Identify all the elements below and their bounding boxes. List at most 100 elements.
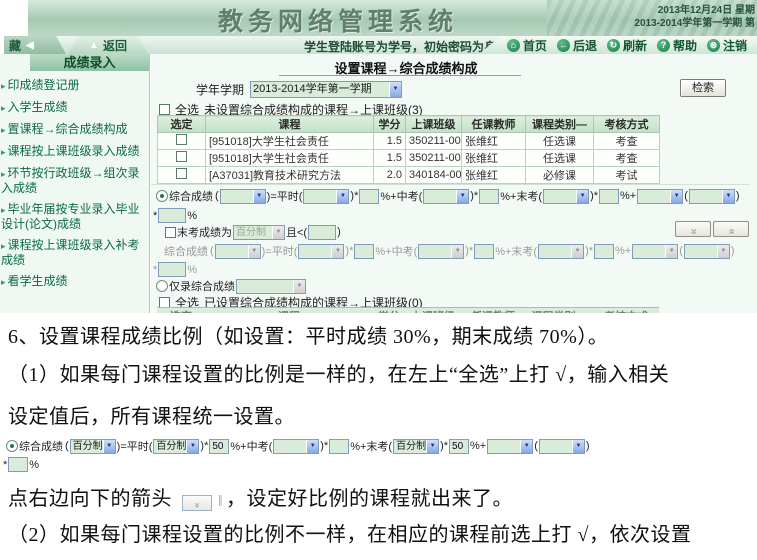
chevron-down-icon: ▼	[456, 190, 468, 203]
help-icon: ?	[657, 39, 670, 52]
table-row: [951018]大学生社会责任 1.5 350211-002 张维红 任选课 考…	[158, 150, 660, 167]
triangle-left-icon: ◀	[26, 40, 34, 51]
col-credit: 学分	[374, 116, 406, 133]
final-scale-example: 百分制▼	[393, 439, 439, 454]
usual-percent-input[interactable]	[359, 189, 379, 204]
chevron-down-icon: ▼	[186, 440, 198, 453]
cell-credit: 1.5	[374, 133, 406, 150]
main-content: 设置课程→综合成绩构成 学年学期 2013-2014学年第一学期 ▼ 检索 全选…	[151, 54, 757, 313]
cell-assess: 考查	[594, 150, 660, 167]
chevron-down-icon: ▼	[576, 190, 588, 203]
cell-assess: 考试	[594, 167, 660, 184]
select-all-checkbox[interactable]	[159, 104, 170, 115]
final-scale-select[interactable]: ▼	[543, 189, 589, 204]
item-arrow-icon: ▸	[1, 205, 6, 215]
top-banner: 教务网络管理系统 2013年12月24日 星期 2013-2014学年第一学期 …	[28, 0, 757, 36]
sidebar-item-by-admin-class[interactable]: ▸环节按行政班级→组次录入成绩	[1, 166, 147, 195]
sidebar-item-enter-grades[interactable]: ▸入学生成绩	[1, 100, 147, 115]
chevron-down-icon: ▼	[426, 440, 438, 453]
form-divider	[151, 184, 749, 185]
apply-up-button[interactable]: «	[713, 221, 749, 237]
item-arrow-icon: ▸	[1, 125, 6, 135]
return-tab-label: 返回	[103, 37, 127, 54]
cell-course: [951018]大学生社会责任	[206, 133, 374, 150]
sidebar-item-print-register[interactable]: ▸印成绩登记册	[1, 78, 147, 93]
only-total-select: ▼	[236, 279, 306, 294]
sidebar-item-by-class[interactable]: ▸课程按上课班级录入成绩	[1, 144, 147, 159]
col-class: 上课班级	[406, 116, 462, 133]
row-checkbox[interactable]	[176, 134, 187, 145]
threshold-input[interactable]	[308, 225, 336, 240]
cell-course: [A37031]教育技术研究方法	[206, 167, 374, 184]
mid-percent-input[interactable]	[479, 189, 499, 204]
clipped-table-header: 选定 课程 学分 上课班级 任课教师 课程类别— 考核方式	[157, 307, 659, 313]
composite-radio[interactable]	[156, 190, 168, 202]
cell-course: [951018]大学生社会责任	[206, 150, 374, 167]
logout-button[interactable]: ⊗ 注销	[707, 37, 747, 54]
chevron-down-icon: ▼	[253, 190, 265, 203]
mid-scale-select[interactable]: ▼	[423, 189, 469, 204]
doc-paragraph-1b: 设定值后，所有课程统一设置。	[8, 400, 755, 429]
extra-item-select[interactable]: ▼	[637, 189, 683, 204]
cell-category: 必修课	[526, 167, 594, 184]
refresh-button[interactable]: ↻ 刷新	[607, 37, 647, 54]
extra-percent-example	[8, 457, 28, 472]
hide-tab[interactable]: 藏 ◀	[4, 36, 66, 54]
mid-scale-select-disabled: ▼	[418, 244, 464, 259]
chevron-down-icon: ▼	[293, 280, 305, 293]
cell-credit: 2.0	[374, 167, 406, 184]
extra-percent-input-disabled	[158, 262, 186, 277]
final-exam-checkbox[interactable]	[165, 227, 176, 238]
composite-scale-example: 百分制▼	[70, 439, 116, 454]
apply-down-button[interactable]: »	[675, 221, 711, 237]
usual-scale-select-disabled: ▼	[298, 244, 344, 259]
sidebar-menu: ▸印成绩登记册 ▸入学生成绩 ▸置课程→综合成绩构成 ▸课程按上课班级录入成绩 …	[0, 71, 149, 289]
help-label: 帮助	[673, 37, 697, 54]
home-button[interactable]: ⌂ 首页	[507, 37, 547, 54]
back-button[interactable]: ← 后退	[557, 37, 597, 54]
chevron-down-icon: ▼	[665, 245, 677, 258]
course-table: 选定 课程 学分 上课班级 任课教师 课程类别— 考核方式 [951018]大学…	[157, 115, 660, 184]
usual-scale-example: 百分制▼	[153, 439, 199, 454]
only-total-row: 仅录综合成绩 ▼	[156, 278, 306, 294]
formula-example-screenshot: 综合成绩 ( 百分制▼ )=平时( 百分制▼ )* 50 %+中考( ▼ )* …	[6, 438, 591, 472]
cell-class: 340184-001	[406, 167, 462, 184]
search-button[interactable]: 检索	[680, 79, 726, 97]
doc-paragraph-arrow: 点右边向下的箭头 » ‖ ，设定好比例的课程就出来了。	[8, 482, 755, 511]
col-course: 课程	[206, 116, 374, 133]
chevron-down-icon: ▼	[331, 245, 343, 258]
nav-buttons: ⌂ 首页 ← 后退 ↻ 刷新 ? 帮助 ⊗ 注销	[479, 36, 757, 54]
final-percent-input[interactable]	[599, 189, 619, 204]
sidebar-item-set-composite[interactable]: ▸置课程→综合成绩构成	[1, 122, 147, 137]
double-bar-mark: ‖	[218, 493, 221, 510]
chevron-down-icon: ▼	[336, 190, 348, 203]
item-arrow-icon: ▸	[1, 169, 6, 179]
usual-scale-select[interactable]: ▼	[303, 189, 349, 204]
table-header-row: 选定 课程 学分 上课班级 任课教师 课程类别— 考核方式	[158, 116, 660, 133]
cell-class: 350211-002	[406, 150, 462, 167]
chevron-down-icon: ▼	[717, 245, 729, 258]
table-row: [A37031]教育技术研究方法 2.0 340184-001 张维红 必修课 …	[158, 167, 660, 184]
sidebar-item-view-grades[interactable]: ▸看学生成绩	[1, 274, 147, 289]
sidebar-item-makeup-grades[interactable]: ▸课程按上课班级录入补考成绩	[1, 238, 147, 267]
item-arrow-icon: ▸	[1, 277, 6, 287]
help-button[interactable]: ? 帮助	[657, 37, 697, 54]
row-checkbox[interactable]	[176, 168, 187, 179]
row-checkbox[interactable]	[176, 151, 187, 162]
mid-percent-example	[329, 439, 349, 454]
term-select[interactable]: 2013-2014学年第一学期 ▼	[250, 81, 402, 98]
chevron-down-icon: ▼	[306, 440, 318, 453]
chevron-down-icon: ▼	[103, 440, 115, 453]
composite-scale-select[interactable]: ▼	[220, 189, 266, 204]
logout-icon: ⊗	[707, 39, 720, 52]
extra-percent-input[interactable]	[158, 208, 186, 223]
sidebar: 成绩录入 ▸印成绩登记册 ▸入学生成绩 ▸置课程→综合成绩构成 ▸课程按上课班级…	[0, 54, 150, 313]
only-total-radio[interactable]	[156, 280, 168, 292]
extra-scale-select[interactable]: ▼	[689, 189, 735, 204]
cell-teacher: 张维红	[462, 167, 526, 184]
cell-teacher: 张维红	[462, 133, 526, 150]
return-tab[interactable]: ▲ 返回	[68, 36, 148, 54]
term-row: 学年学期 2013-2014学年第一学期 ▼	[196, 80, 402, 98]
col-teacher: 任课教师	[462, 116, 526, 133]
sidebar-item-thesis-grades[interactable]: ▸毕业年届按专业录入毕业设计(论文)成绩	[1, 202, 147, 231]
